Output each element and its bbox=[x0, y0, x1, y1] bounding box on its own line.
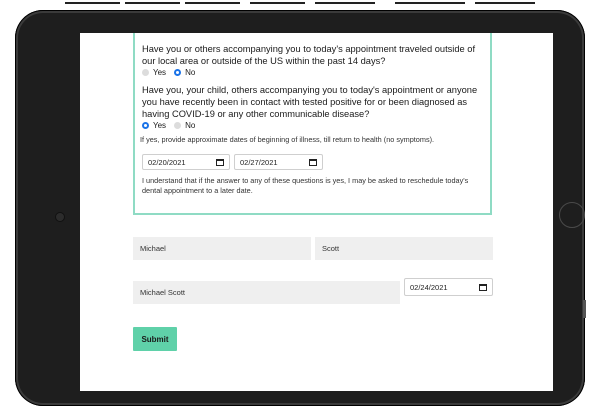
illness-start-date-input[interactable]: 02/20/2021 bbox=[142, 154, 230, 170]
screening-questions-card: Have you or others accompanying you to t… bbox=[133, 33, 492, 215]
question-travel: Have you or others accompanying you to t… bbox=[142, 44, 476, 66]
covid-radio-no[interactable]: No bbox=[174, 121, 195, 130]
reschedule-notice: I understand that if the answer to any o… bbox=[142, 176, 469, 195]
first-name-field[interactable]: Michael bbox=[133, 237, 311, 260]
travel-radio-yes[interactable]: Yes bbox=[142, 68, 166, 77]
last-name-field[interactable]: Scott bbox=[315, 237, 493, 260]
signature-date-input[interactable]: 02/24/2021 bbox=[404, 278, 493, 296]
date-value: 02/27/2021 bbox=[240, 157, 278, 167]
home-button-icon[interactable] bbox=[559, 202, 585, 228]
radio-label: No bbox=[185, 121, 196, 130]
date-value: 02/20/2021 bbox=[148, 157, 186, 167]
submit-button[interactable]: Submit bbox=[133, 327, 177, 351]
radio-label: Yes bbox=[153, 121, 167, 130]
radio-unselected-icon[interactable] bbox=[174, 122, 182, 129]
calendar-icon[interactable] bbox=[479, 283, 487, 291]
last-name-value: Scott bbox=[322, 244, 340, 253]
tablet-screen: Have you or others accompanying you to t… bbox=[80, 33, 553, 391]
calendar-icon[interactable] bbox=[309, 158, 317, 166]
travel-radio-group: Yes No bbox=[142, 68, 203, 77]
radio-unselected-icon[interactable] bbox=[142, 69, 149, 76]
first-name-value: Michael bbox=[140, 244, 166, 253]
covid-radio-yes[interactable]: Yes bbox=[142, 121, 166, 130]
camera-icon bbox=[56, 213, 64, 221]
date-value: 02/24/2021 bbox=[410, 282, 448, 292]
illness-dates-label: If yes, provide approximate dates of beg… bbox=[140, 135, 435, 144]
question-covid-contact: Have you, your child, others accompanyin… bbox=[142, 85, 478, 119]
calendar-icon[interactable] bbox=[216, 158, 224, 166]
tablet-device: Have you or others accompanying you to t… bbox=[15, 10, 586, 406]
radio-label: No bbox=[185, 68, 196, 77]
radio-selected-icon[interactable] bbox=[174, 69, 182, 76]
signature-value: Michael Scott bbox=[140, 288, 186, 297]
radio-label: Yes bbox=[153, 68, 167, 77]
signature-field[interactable]: Michael Scott bbox=[133, 281, 400, 304]
radio-selected-icon[interactable] bbox=[142, 122, 149, 129]
travel-radio-no[interactable]: No bbox=[174, 68, 195, 77]
covid-radio-group: Yes No bbox=[142, 121, 203, 130]
background-page-edge bbox=[0, 0, 600, 10]
illness-end-date-input[interactable]: 02/27/2021 bbox=[234, 154, 323, 170]
side-button bbox=[583, 300, 586, 318]
